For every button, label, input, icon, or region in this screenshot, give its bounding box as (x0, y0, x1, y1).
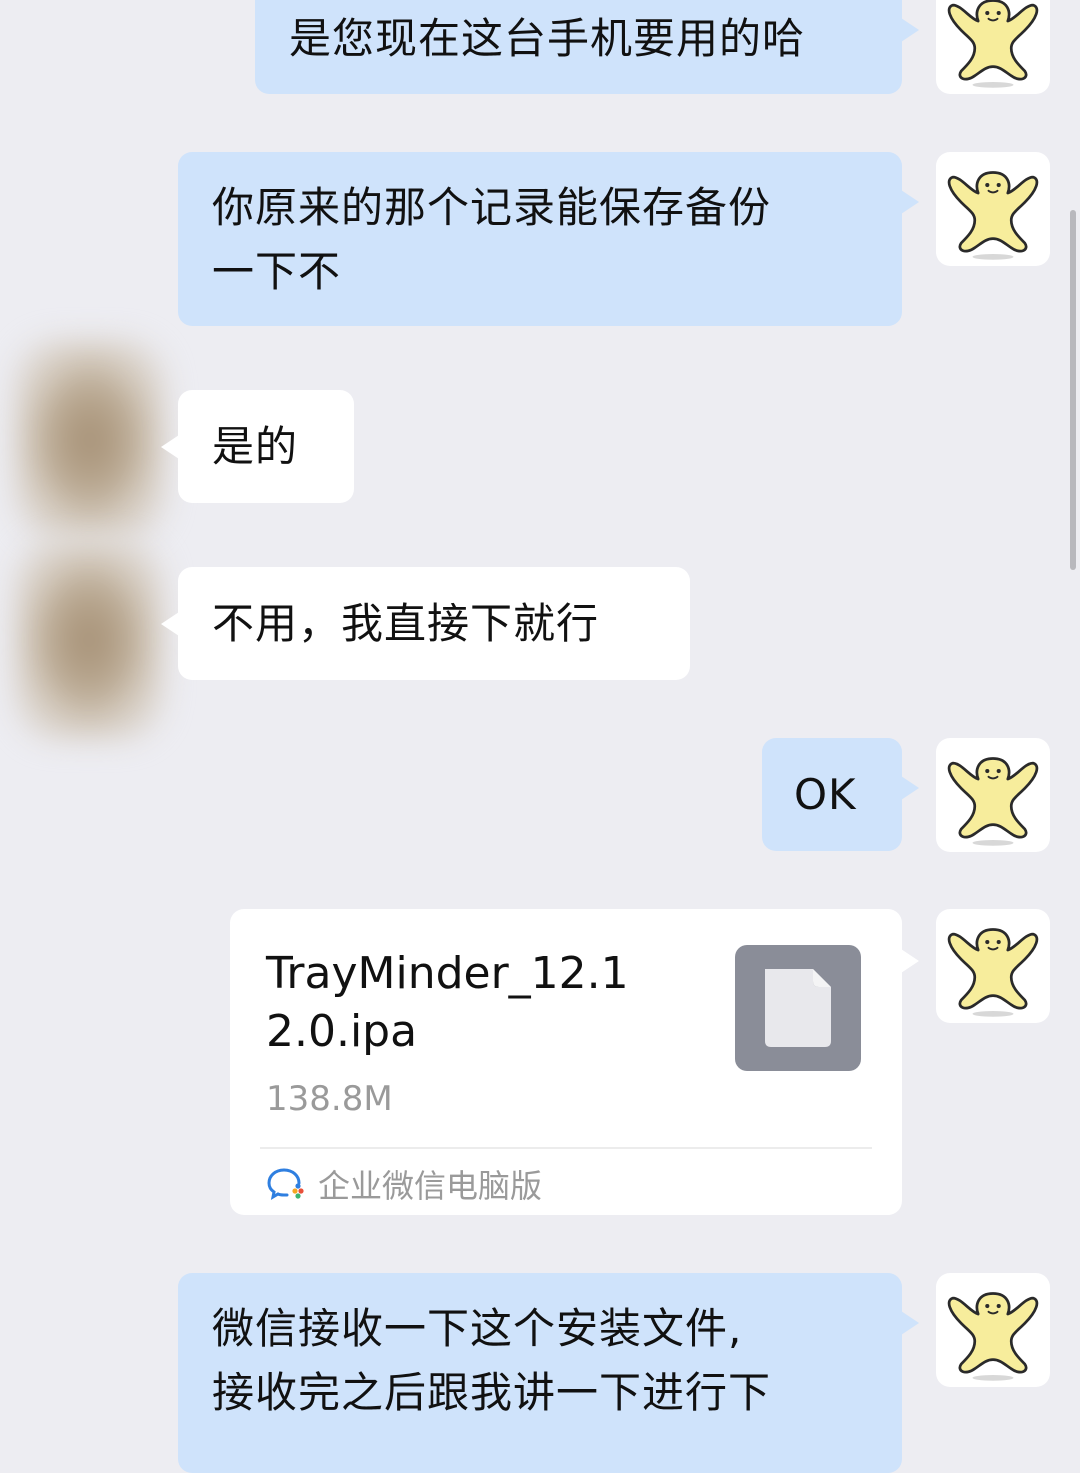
message-text: OK (794, 769, 857, 819)
message-bubble-outgoing[interactable]: 你原来的那个记录能保存备份 一下不 (178, 152, 919, 326)
yellow-mascot-icon (947, 1292, 1039, 1381)
message-bubble-incoming[interactable]: 不用，我直接下就行 (161, 567, 690, 680)
message-text: 不用，我直接下就行 (212, 598, 600, 648)
document-icon (735, 945, 861, 1071)
message-line: 你原来的那个记录能保存备份 (212, 183, 772, 232)
mascot-avatar[interactable] (936, 0, 1050, 94)
message-line: 一下不 (212, 247, 342, 296)
yellow-mascot-icon (947, 171, 1039, 260)
message-line: 接收完之后跟我讲一下进行下 (212, 1368, 772, 1417)
blurred-avatar[interactable] (14, 540, 164, 740)
file-message-card[interactable]: TrayMinder_12.12.0.ipa 138.8M 企业微信电脑版 (230, 909, 919, 1215)
mascot-avatar[interactable] (936, 152, 1050, 266)
message-text: 是的 (212, 421, 299, 471)
file-name: TrayMinder_12.12.0.ipa (266, 948, 629, 1057)
message-bubble-outgoing[interactable]: 微信接收一下这个安装文件, 接收完之后跟我讲一下进行下 (178, 1273, 919, 1473)
message-line: 微信接收一下这个安装文件, (212, 1304, 743, 1353)
yellow-mascot-icon (947, 928, 1039, 1017)
message-bubble-incoming[interactable]: 是的 (161, 390, 354, 503)
message-bubble-outgoing[interactable]: OK (762, 738, 919, 851)
yellow-mascot-icon (947, 0, 1039, 88)
mascot-avatar[interactable] (936, 909, 1050, 1023)
file-size: 138.8M (266, 1079, 393, 1119)
message-bubble-outgoing[interactable]: 是您现在这台手机要用的哈 (255, 0, 919, 94)
mascot-avatar[interactable] (936, 1273, 1050, 1387)
yellow-mascot-icon (947, 757, 1039, 846)
file-source-label: 企业微信电脑版 (318, 1167, 543, 1205)
chat-conversation: 是您现在这台手机要用的哈 你原来的那个记录能保存备份 一下不 是的 不用，我直接… (0, 0, 1080, 1473)
divider (260, 1147, 872, 1149)
blurred-avatar[interactable] (14, 340, 166, 540)
scrollbar[interactable] (1070, 210, 1076, 570)
message-text: 是您现在这台手机要用的哈 (289, 14, 806, 63)
wecom-logo-icon (267, 1168, 304, 1201)
file-source: 企业微信电脑版 (266, 1159, 542, 1209)
mascot-avatar[interactable] (936, 738, 1050, 852)
